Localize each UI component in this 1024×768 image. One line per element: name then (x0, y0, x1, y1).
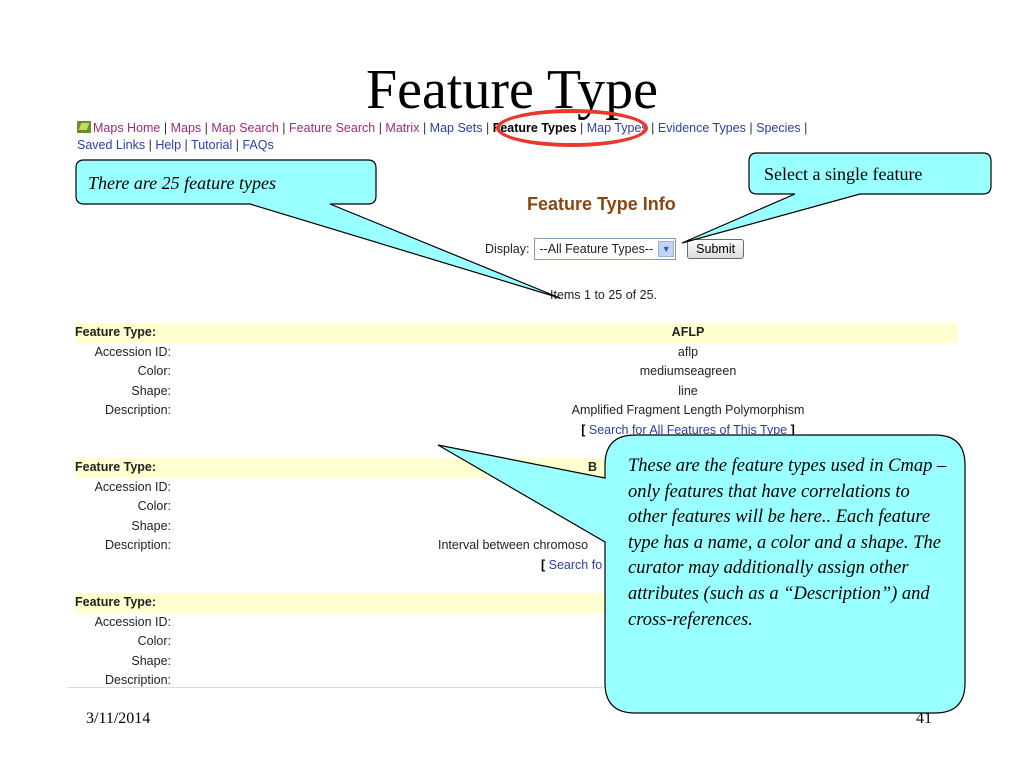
callout-count-text: There are 25 feature types (88, 173, 276, 193)
callout-select-text: Select a single feature (764, 164, 923, 184)
slide-date: 3/11/2014 (86, 710, 151, 727)
callout-explanation-text: These are the feature types used in Cmap… (628, 456, 947, 630)
callout-layer (75, 152, 992, 714)
slide-page-number: 41 (916, 710, 932, 727)
